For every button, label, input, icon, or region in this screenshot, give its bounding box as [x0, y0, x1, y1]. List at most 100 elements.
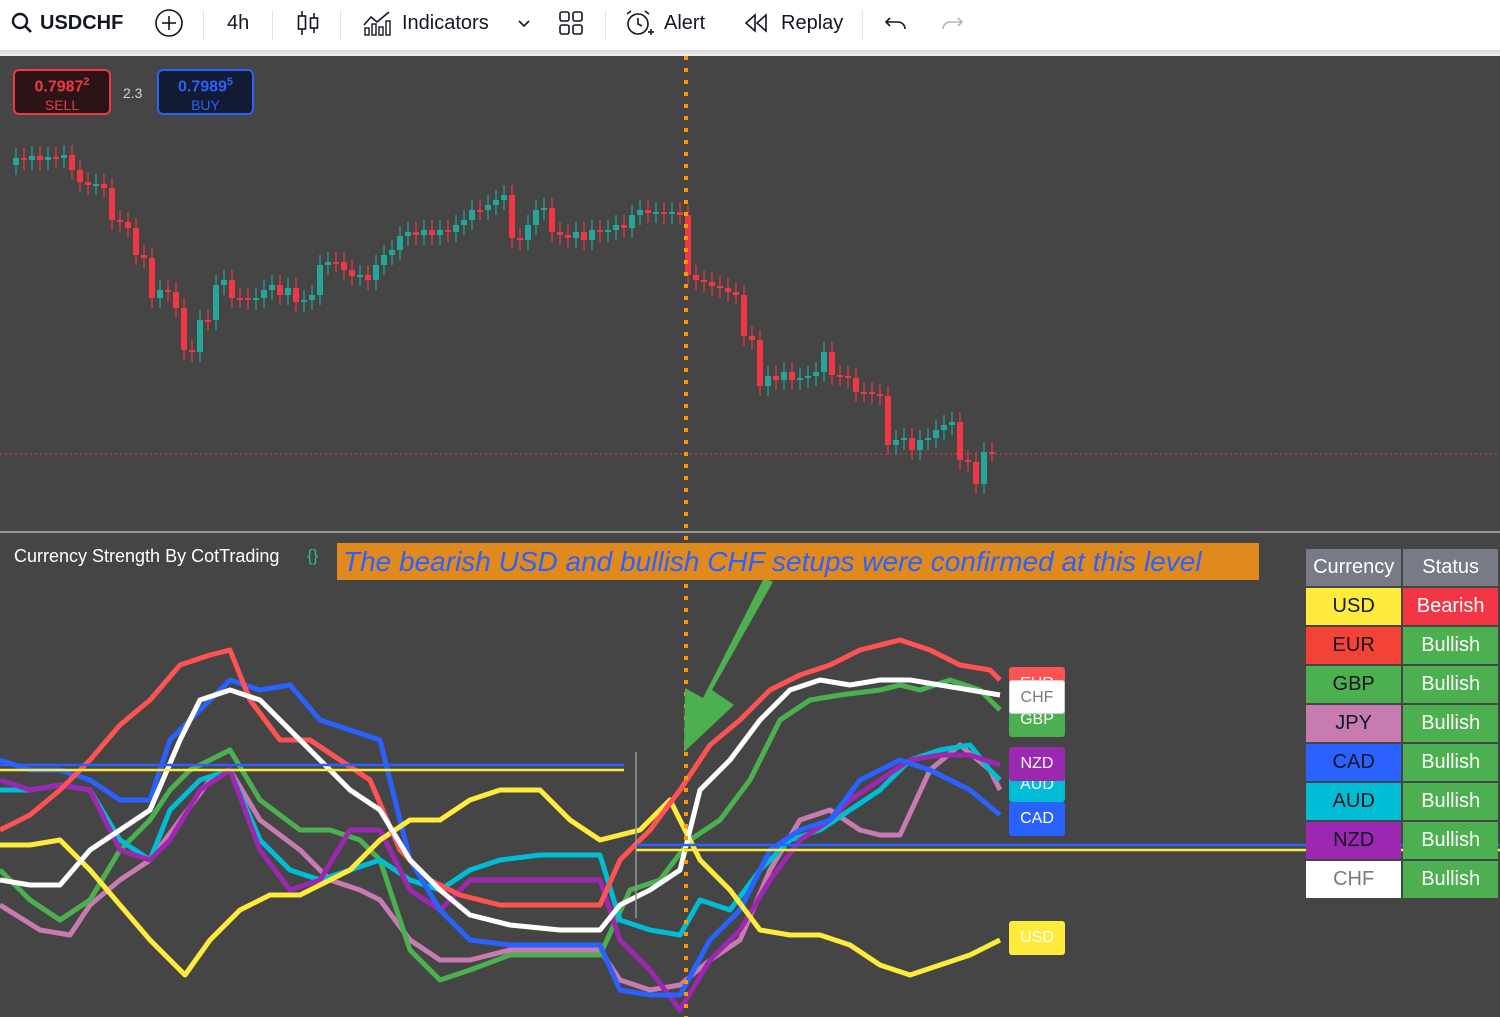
sell-price: 0.79872 [34, 76, 90, 96]
annotation-callout[interactable]: The bearish USD and bullish CHF setups w… [337, 543, 1259, 580]
candle-body [829, 352, 835, 375]
candle-body [973, 462, 979, 484]
candle-body [805, 376, 811, 378]
candle-body [77, 170, 83, 182]
table-row: AUD Bullish [1306, 783, 1498, 820]
table-header-row: Currency Status [1306, 549, 1498, 586]
candle-body [93, 184, 99, 186]
indicator-title[interactable]: Currency Strength By CotTrading [14, 546, 279, 567]
candle-body [573, 232, 579, 238]
candle-body [205, 320, 211, 322]
candle-body [45, 157, 51, 160]
candle-body [477, 210, 483, 212]
candle-body [285, 288, 291, 295]
candle-body [677, 212, 683, 215]
candle-body [413, 232, 419, 235]
candle-body [277, 285, 283, 295]
candle-body [181, 308, 187, 350]
candle-body [229, 280, 235, 298]
candle-body [765, 376, 771, 386]
candle-body [533, 210, 539, 225]
candle-body [429, 230, 435, 235]
candle-body [37, 156, 43, 160]
candle-body [517, 238, 523, 240]
status-cell: Bullish [1403, 783, 1498, 820]
spread-value: 2.3 [123, 85, 143, 101]
candle-body [237, 298, 243, 300]
candle-body [605, 230, 611, 232]
candle-body [405, 232, 411, 236]
status-cell: Bullish [1403, 666, 1498, 703]
candle-body [741, 295, 747, 336]
candle-body [493, 200, 499, 205]
candle-body [373, 265, 379, 280]
candle-body [629, 215, 635, 228]
candle-body [437, 230, 443, 235]
status-cell: Bullish [1403, 744, 1498, 781]
tag-cad: CAD [1009, 802, 1065, 836]
source-code-icon[interactable]: {} [307, 546, 318, 566]
candle-body [253, 298, 259, 300]
candle-body [557, 232, 563, 235]
buy-button[interactable]: 0.79895 BUY [157, 69, 254, 115]
table-row: NZD Bullish [1306, 822, 1498, 859]
currency-cell: EUR [1306, 627, 1402, 664]
candle-body [29, 156, 35, 160]
candle-body [733, 292, 739, 295]
candle-body [941, 425, 947, 430]
candle-body [333, 262, 339, 264]
candle-body [109, 188, 115, 220]
candle-body [165, 290, 171, 292]
candle-body [501, 195, 507, 200]
currency-status-table: Currency Status USD Bearish EUR Bullish GBP B… [1304, 547, 1500, 900]
candle-body [949, 422, 955, 425]
header-status: Status [1403, 549, 1498, 586]
candle-body [469, 210, 475, 220]
candle-body [301, 300, 307, 302]
candle-body [21, 158, 27, 160]
candle-body [837, 375, 843, 377]
table-row: USD Bearish [1306, 588, 1498, 625]
candle-body [397, 236, 403, 250]
tag-nzd: NZD [1009, 747, 1065, 781]
candle-body [541, 208, 547, 210]
candle-body [781, 372, 787, 380]
candle-body [141, 255, 147, 258]
candle-body [69, 155, 75, 170]
candle-body [861, 392, 867, 394]
sell-label: SELL [44, 97, 80, 114]
candle-body [901, 438, 907, 440]
candle-body [613, 225, 619, 230]
candle-body [589, 230, 595, 240]
candle-body [789, 372, 795, 380]
candle-body [853, 378, 859, 392]
chart-canvas[interactable] [0, 0, 1500, 1017]
candle-body [157, 290, 163, 298]
candle-body [85, 182, 91, 185]
candle-body [309, 295, 315, 300]
candle-body [869, 392, 875, 394]
candle-body [693, 275, 699, 280]
candle-body [189, 350, 195, 352]
candle-body [925, 438, 931, 440]
candle-body [389, 250, 395, 255]
candle-body [349, 270, 355, 276]
sell-button[interactable]: 0.79872 SELL [13, 69, 111, 115]
candle-body [485, 205, 491, 210]
candle-body [581, 232, 587, 240]
candle-body [757, 340, 763, 386]
status-cell: Bullish [1403, 627, 1498, 664]
candle-body [645, 210, 651, 213]
currency-cell: USD [1306, 588, 1402, 625]
candle-body [125, 222, 131, 228]
candle-body [325, 262, 331, 265]
candle-body [933, 430, 939, 438]
table-row: JPY Bullish [1306, 705, 1498, 742]
tag-usd: USD [1009, 921, 1065, 955]
candle-body [197, 320, 203, 352]
candle-body [421, 230, 427, 235]
status-cell: Bullish [1403, 861, 1498, 898]
candle-body [885, 396, 891, 445]
candle-body [637, 210, 643, 215]
currency-cell: JPY [1306, 705, 1402, 742]
